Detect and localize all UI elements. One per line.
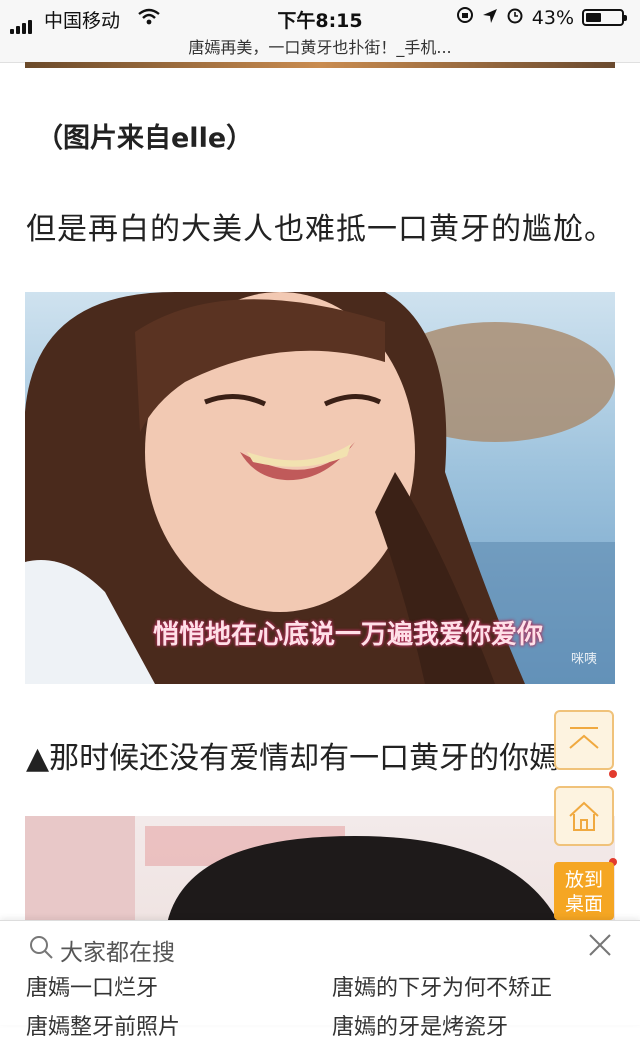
desktop-label-line2: 桌面	[564, 893, 603, 915]
scroll-to-top-button[interactable]	[554, 710, 614, 770]
close-icon	[589, 934, 611, 956]
image-credit: （图片来自elle）	[36, 123, 254, 154]
photo-caption: ▲那时候还没有爱情却有一口黄牙的你嫣	[26, 741, 560, 776]
battery-percent: 43%	[531, 6, 574, 29]
notification-dot	[609, 770, 617, 778]
location-icon	[482, 7, 498, 29]
chevron-up-icon	[569, 727, 599, 749]
article-paragraph: 但是再白的大美人也难抵一口黄牙的尴尬。	[26, 212, 615, 247]
article-photo: 悄悄地在心底说一万遍我爱你爱你 咪咦	[25, 292, 615, 684]
photo-subtitle: 悄悄地在心底说一万遍我爱你爱你	[153, 620, 544, 650]
search-suggestion[interactable]: 唐嫣一口烂牙	[26, 970, 158, 1002]
close-button[interactable]	[586, 931, 614, 959]
desktop-label-line1: 放到	[564, 869, 603, 891]
article-photo-2	[25, 816, 615, 936]
rotation-lock-icon	[456, 6, 474, 29]
search-icon	[28, 934, 54, 966]
previous-image-edge	[25, 62, 615, 68]
page-title[interactable]: 唐嫣再美，一口黄牙也扑街！_手机...	[0, 34, 640, 58]
add-to-desktop-button[interactable]: 放到 桌面	[554, 862, 614, 920]
trending-search-panel: 大家都在搜 唐嫣一口烂牙 唐嫣的下牙为何不矫正 唐嫣整牙前照片 唐嫣的牙是烤瓷牙	[0, 920, 640, 1040]
search-suggestion[interactable]: 唐嫣的牙是烤瓷牙	[332, 1009, 508, 1041]
photo-watermark: 咪咦	[570, 652, 597, 667]
alarm-icon	[506, 6, 524, 29]
search-suggestion[interactable]: 唐嫣整牙前照片	[26, 1009, 180, 1041]
search-suggestion[interactable]: 唐嫣的下牙为何不矫正	[332, 970, 552, 1002]
home-button[interactable]	[554, 786, 614, 846]
photo-illustration-2	[25, 816, 565, 936]
status-bar: 中国移动 下午8:15 43% 唐嫣再美，一口黄牙也扑街！_手机...	[0, 0, 640, 63]
search-panel-title: 大家都在搜	[60, 940, 175, 966]
battery-icon	[582, 9, 627, 26]
home-icon	[569, 801, 599, 831]
